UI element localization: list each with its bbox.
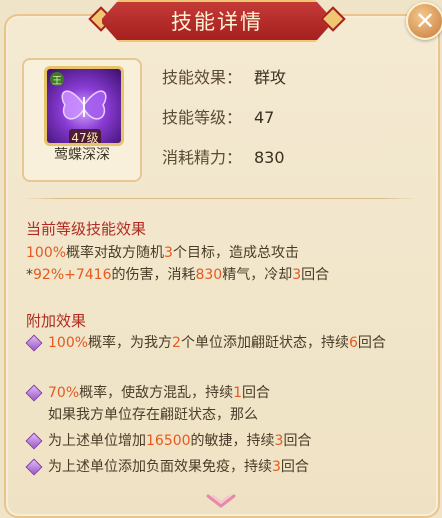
current-effect-title: 当前等级技能效果 xyxy=(26,220,147,238)
desc-text: 如果我方单位存在翩跹状态，那么 xyxy=(48,407,258,423)
list-item: 为上述单位增加16500的敏捷，持续3回合 xyxy=(25,430,426,452)
desc-text: 回合 xyxy=(242,385,271,401)
skill-icon[interactable]: 王 47级 xyxy=(44,66,124,146)
info-label: 消耗精力： xyxy=(162,148,243,167)
highlight-value: 100% xyxy=(26,245,67,261)
desc-text: 概率，使敌方混乱，持续 xyxy=(79,385,234,401)
desc-text: 回合 xyxy=(301,267,330,283)
desc-text: 精气，冷却 xyxy=(222,267,293,283)
butterfly-icon xyxy=(61,90,107,120)
desc-text: 回合 xyxy=(280,459,309,475)
desc-text: 个目标，造成总攻击 xyxy=(172,245,299,261)
info-label: 技能等级： xyxy=(162,108,243,127)
page-title: 技能详情 xyxy=(171,10,263,34)
desc-text: 回合 xyxy=(283,433,312,449)
highlight-value: 16500 xyxy=(146,433,191,449)
info-value: 830 xyxy=(254,148,285,167)
rank-badge-icon: 王 xyxy=(50,72,64,87)
highlight-value: 3 xyxy=(164,245,173,261)
desc-text: 个单位添加翩跹状态，持续 xyxy=(180,335,349,351)
desc-text: 概率对敌方随机 xyxy=(66,245,165,261)
info-row-effect: 技能效果： 群攻 xyxy=(162,64,286,88)
highlight-value: 830 xyxy=(195,267,223,283)
highlight-value: 1 xyxy=(233,385,243,401)
desc-text: 概率，为我方 xyxy=(88,335,173,351)
section-divider xyxy=(22,198,418,199)
title-banner: 技能详情 xyxy=(100,0,334,42)
highlight-value: 6 xyxy=(348,335,358,351)
close-button[interactable]: ✕ xyxy=(406,2,442,40)
close-icon: ✕ xyxy=(414,7,436,35)
list-item: 70%概率，使敌方混乱，持续1回合 如果我方单位存在翩跹状态，那么 xyxy=(25,382,426,426)
highlight-value: 2 xyxy=(172,335,181,351)
info-label: 技能效果： xyxy=(162,68,243,87)
extra-effect-list: 100%概率，为我方2个单位添加翩跹状态，持续6回合 70%概率，使敌方混乱，持… xyxy=(25,332,426,478)
extra-effect-title: 附加效果 xyxy=(26,312,87,330)
highlight-value: 3 xyxy=(292,267,302,283)
list-item: 为上述单位添加负面效果免疫，持续3回合 xyxy=(25,456,426,478)
skill-name: 莺蝶深深 xyxy=(54,147,110,163)
desc-text: * xyxy=(26,267,33,283)
desc-text: 回合 xyxy=(357,335,386,351)
highlight-value: 92%+7416 xyxy=(33,267,112,283)
diamond-bullet-icon xyxy=(25,432,43,450)
info-row-level: 技能等级： 47 xyxy=(162,104,274,128)
highlight-value: 3 xyxy=(272,459,281,475)
highlight-value: 70% xyxy=(48,385,80,401)
info-value: 群攻 xyxy=(254,68,287,87)
current-effect-description: 100%概率对敌方随机3个目标，造成总攻击 *92%+7416的伤害，消耗830… xyxy=(26,242,416,286)
chevron-down-icon[interactable] xyxy=(204,492,238,512)
diamond-bullet-icon xyxy=(25,458,43,476)
desc-text: 的伤害，消耗 xyxy=(111,267,196,283)
desc-text: 的敏捷，持续 xyxy=(190,433,275,449)
highlight-value: 100% xyxy=(48,335,89,351)
desc-text: 为上述单位添加负面效果免疫，持续 xyxy=(48,459,272,475)
info-row-cost: 消耗精力： 830 xyxy=(162,144,285,168)
desc-text: 为上述单位增加 xyxy=(48,433,146,449)
skill-level-tag: 47级 xyxy=(69,129,101,143)
skill-card: 王 47级 莺蝶深深 xyxy=(22,58,142,182)
list-item: 100%概率，为我方2个单位添加翩跹状态，持续6回合 xyxy=(25,332,426,376)
diamond-bullet-icon xyxy=(25,334,43,352)
diamond-bullet-icon xyxy=(25,384,43,402)
info-value: 47 xyxy=(254,108,275,127)
